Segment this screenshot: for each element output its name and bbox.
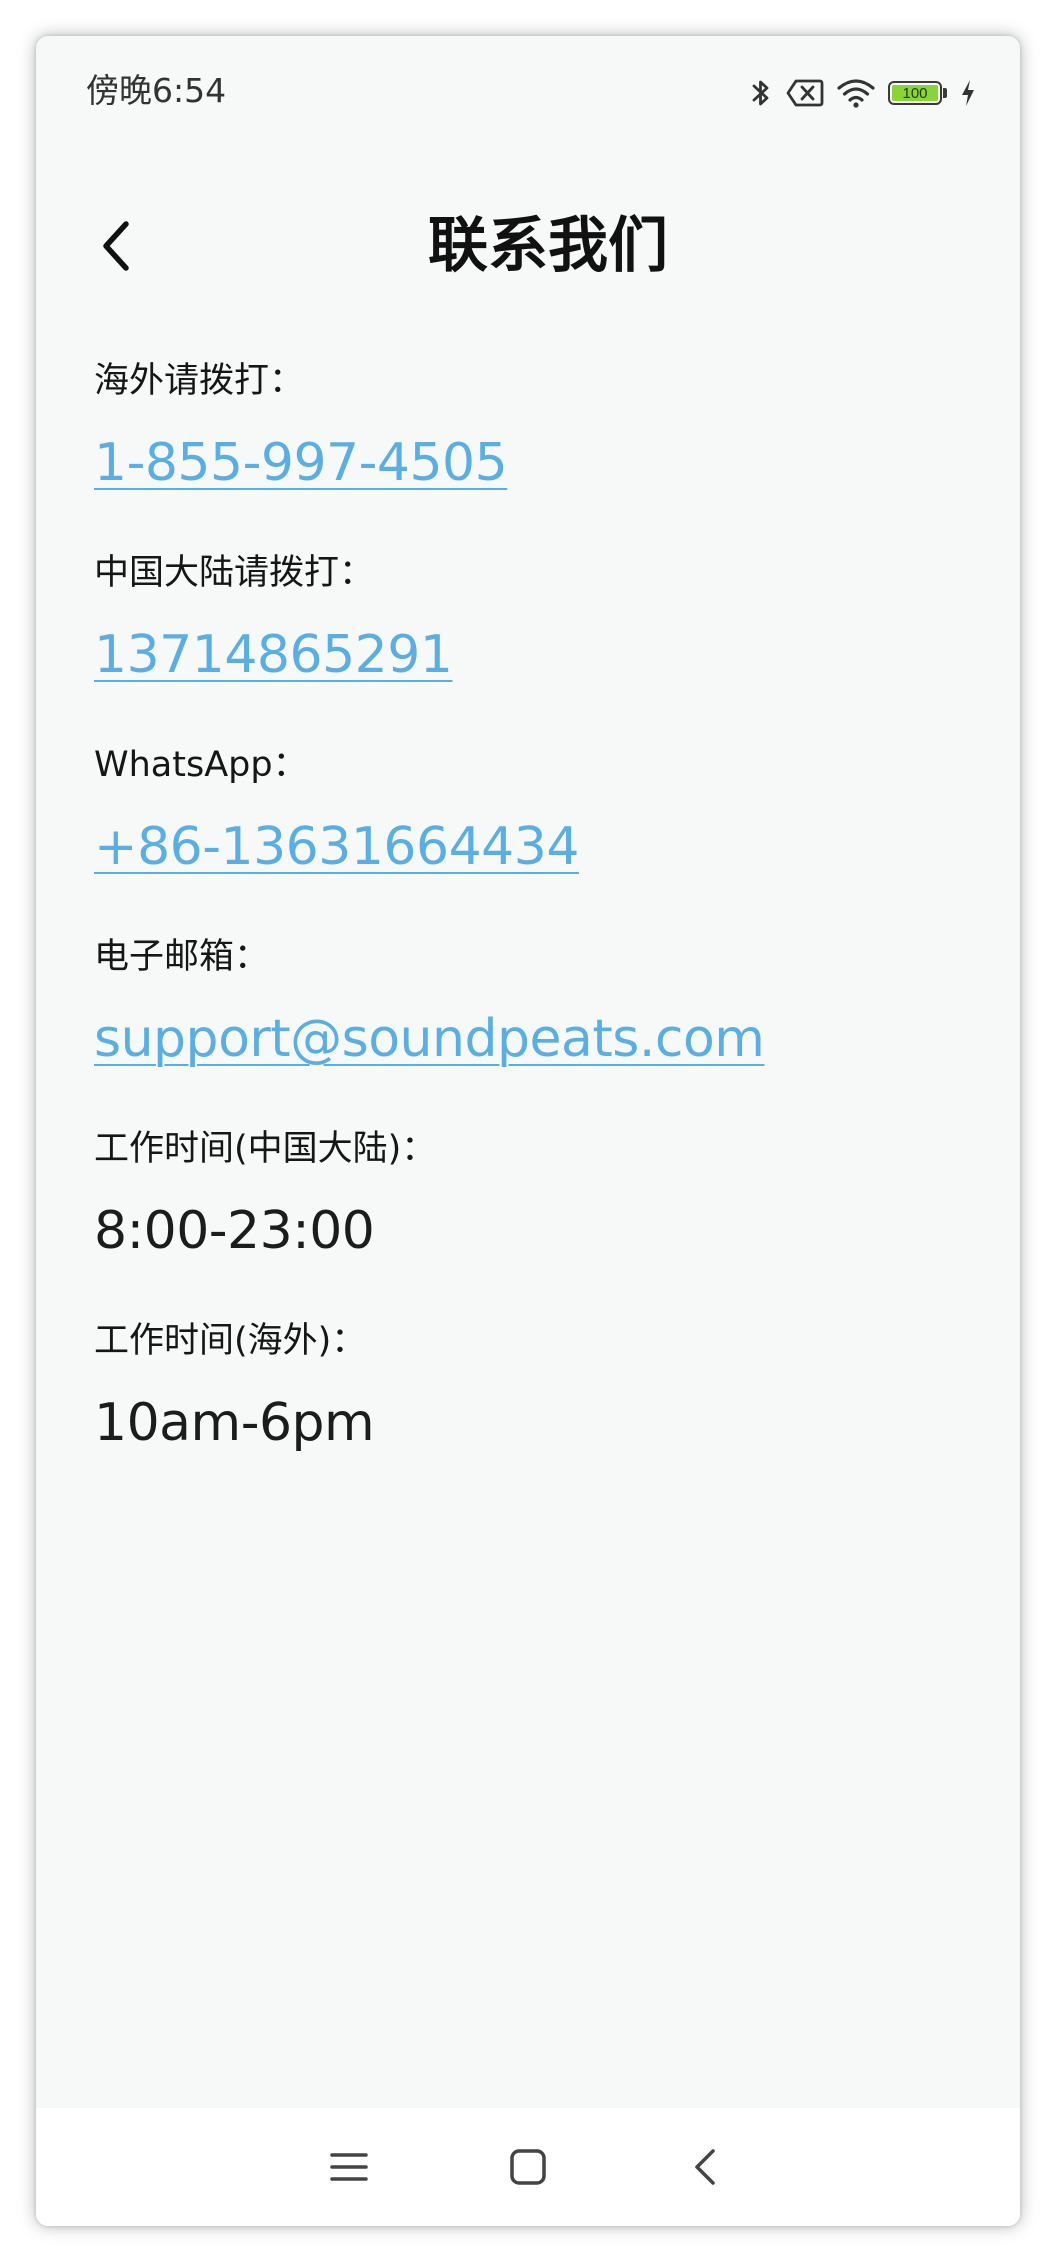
back-icon — [695, 2149, 715, 2185]
header: 联系我们 — [36, 186, 1020, 306]
contact-list: 海外请拨打： 1-855-997-4505 中国大陆请拨打： 137148652… — [94, 358, 974, 1510]
whatsapp-label: WhatsApp： — [94, 745, 308, 785]
china-phone-label: 中国大陆请拨打： — [94, 553, 375, 593]
overseas-hours-value: 10am-6pm — [94, 1393, 375, 1453]
contact-entry-china-phone: 中国大陆请拨打： 13714865291 — [94, 550, 974, 742]
overseas-hours-label: 工作时间(海外)： — [94, 1321, 367, 1361]
navigation-bar — [36, 2108, 1020, 2226]
home-icon — [510, 2149, 546, 2185]
contact-entry-email: 电子邮箱： support@soundpeats.com — [94, 934, 974, 1126]
system-back-button[interactable] — [672, 2132, 742, 2202]
contact-entry-overseas-phone: 海外请拨打： 1-855-997-4505 — [94, 358, 974, 550]
battery-icon: 100 — [888, 80, 948, 106]
status-icons: 100 — [748, 76, 976, 110]
menu-button[interactable] — [314, 2132, 384, 2202]
battery-level: 100 — [892, 85, 938, 101]
status-time: 傍晚6:54 — [86, 71, 227, 110]
phone-screen: 傍晚6:54 100 联系我们 海外请拨打： 1-855-997-4505 中国… — [36, 36, 1020, 2226]
contact-entry-overseas-hours: 工作时间(海外)： 10am-6pm — [94, 1318, 974, 1510]
charging-icon — [960, 79, 976, 107]
china-hours-value: 8:00-23:00 — [94, 1201, 375, 1261]
no-sim-icon — [786, 78, 824, 108]
menu-icon — [330, 2153, 368, 2181]
wifi-icon — [836, 77, 876, 109]
home-button[interactable] — [493, 2132, 563, 2202]
overseas-phone-label: 海外请拨打： — [94, 361, 305, 401]
status-bar: 傍晚6:54 100 — [36, 36, 1020, 146]
bluetooth-icon — [748, 76, 774, 110]
contact-entry-china-hours: 工作时间(中国大陆)： 8:00-23:00 — [94, 1126, 974, 1318]
whatsapp-link[interactable]: +86-13631664434 — [94, 818, 579, 876]
overseas-phone-link[interactable]: 1-855-997-4505 — [94, 434, 508, 492]
china-phone-link[interactable]: 13714865291 — [94, 626, 453, 684]
contact-entry-whatsapp: WhatsApp： +86-13631664434 — [94, 742, 974, 934]
email-label: 电子邮箱： — [94, 937, 270, 977]
page-title: 联系我们 — [428, 211, 668, 281]
email-link[interactable]: support@soundpeats.com — [94, 1010, 765, 1068]
china-hours-label: 工作时间(中国大陆)： — [94, 1129, 437, 1169]
